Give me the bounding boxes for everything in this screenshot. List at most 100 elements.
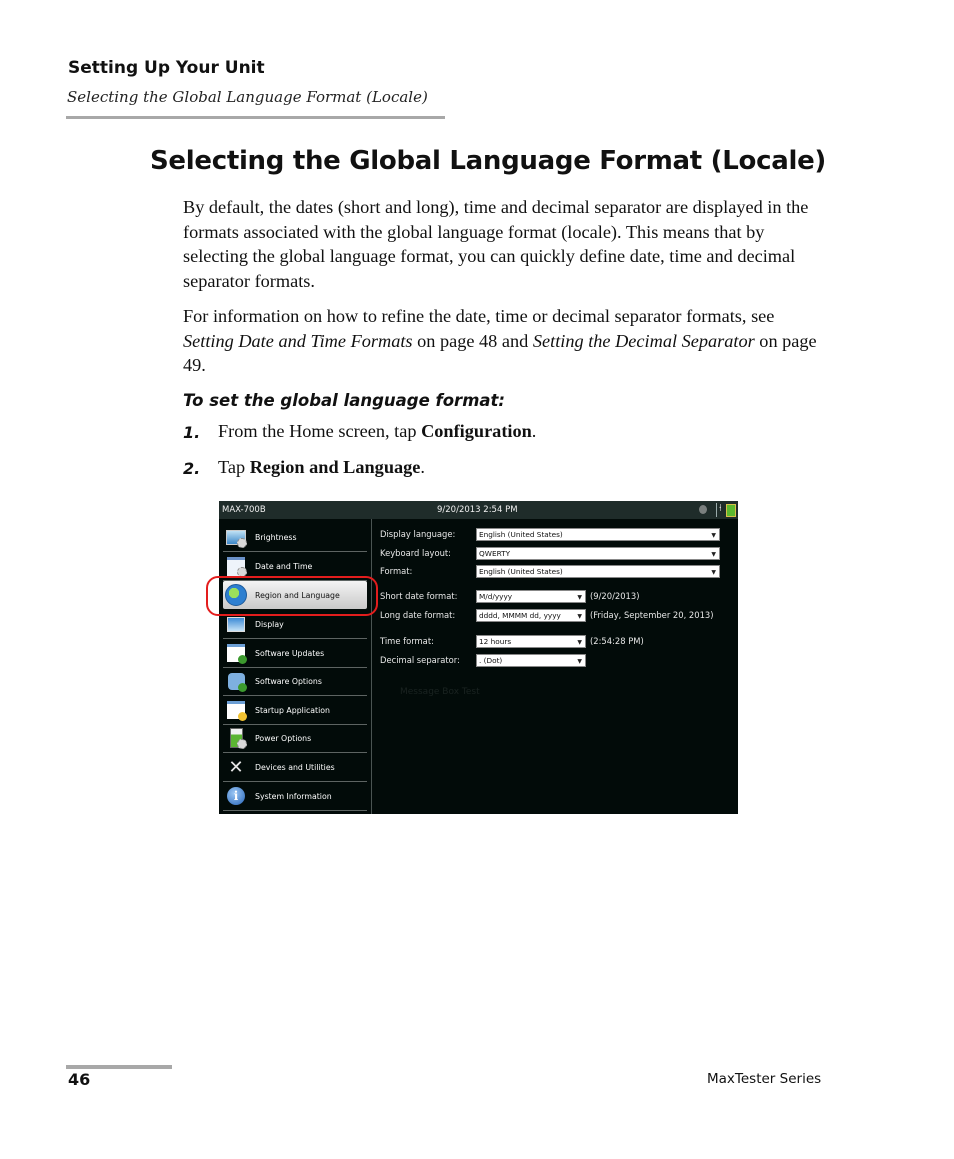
status-bar: MAX-700B 9/20/2013 2:54 PM ⍿ xyxy=(219,501,738,519)
decimal-separator-dropdown[interactable]: . (Dot) ▼ xyxy=(476,653,586,667)
page-title: Selecting the Global Language Format (Lo… xyxy=(150,146,826,176)
sidebar-item-label: Date and Time xyxy=(255,561,313,571)
sidebar-item-label: Brightness xyxy=(255,532,297,542)
device-screenshot: MAX-700B 9/20/2013 2:54 PM ⍿ Brightness … xyxy=(219,501,738,814)
chevron-down-icon: ▼ xyxy=(711,568,716,576)
status-divider xyxy=(716,503,717,517)
running-header-chapter: Setting Up Your Unit xyxy=(68,58,265,78)
calendar-gear-icon xyxy=(225,555,247,577)
dropdown-value: 12 hours xyxy=(479,636,512,646)
step-number: 2. xyxy=(183,459,201,478)
step-number: 1. xyxy=(183,423,201,442)
display-language-dropdown[interactable]: English (United States) ▼ xyxy=(476,527,720,541)
intro-paragraph: By default, the dates (short and long), … xyxy=(183,197,809,291)
long-date-label: Long date format: xyxy=(380,610,456,620)
keyboard-layout-row: Keyboard layout: QWERTY ▼ xyxy=(380,546,720,560)
reference-text-2: on page 48 and xyxy=(412,330,533,351)
status-clock: 9/20/2013 2:54 PM xyxy=(437,505,518,515)
tools-icon: ✕ xyxy=(228,756,244,778)
chevron-down-icon: ▼ xyxy=(711,531,716,539)
step-text: From the Home screen, tap Configuration. xyxy=(218,421,536,442)
time-format-label: Time format: xyxy=(380,636,434,646)
procedure-step: 2. Tap Region and Language. xyxy=(183,457,425,478)
step-text-bold: Region and Language xyxy=(249,457,421,477)
battery-gear-icon xyxy=(225,727,247,749)
decimal-separator-label: Decimal separator: xyxy=(380,655,460,665)
time-format-preview: (2:54:28 PM) xyxy=(590,636,644,646)
running-header-section: Selecting the Global Language Format (Lo… xyxy=(67,88,428,106)
procedure-title: To set the global language format: xyxy=(183,391,506,410)
step-text-end: . xyxy=(420,457,425,477)
dropdown-value: M/d/yyyy xyxy=(479,591,513,601)
battery-icon xyxy=(726,504,736,517)
region-language-settings: Message Box Test Display language: Engli… xyxy=(375,519,738,814)
step-text-plain: From the Home screen, tap xyxy=(218,421,422,441)
product-name: MaxTester Series xyxy=(707,1071,822,1087)
sidebar-item-software-updates[interactable]: Software Updates xyxy=(223,639,367,668)
decimal-separator-row: Decimal separator: . (Dot) ▼ xyxy=(380,653,586,667)
time-format-dropdown[interactable]: 12 hours ▼ xyxy=(476,634,586,648)
step-text-plain: Tap xyxy=(218,457,250,477)
display-language-label: Display language: xyxy=(380,529,456,539)
display-language-row: Display language: English (United States… xyxy=(380,527,720,541)
procedure-step: 1. From the Home screen, tap Configurati… xyxy=(183,421,536,442)
bluetooth-icon xyxy=(699,505,707,514)
callout-highlight-ring xyxy=(206,576,378,616)
power-plug-icon: ⍿ xyxy=(719,503,722,514)
sidebar-item-power-options[interactable]: Power Options xyxy=(223,724,367,753)
sidebar-item-label: System Information xyxy=(255,791,332,801)
long-date-dropdown[interactable]: dddd, MMMM dd, yyyy ▼ xyxy=(476,608,586,622)
settings-sidebar: Brightness Date and Time Region and Lang… xyxy=(219,519,369,814)
cross-reference-date-time[interactable]: Setting Date and Time Formats xyxy=(183,331,413,351)
short-date-row: Short date format: M/d/yyyy ▼ (9/20/2013) xyxy=(380,589,639,603)
cross-reference-decimal-separator[interactable]: Setting the Decimal Separator xyxy=(533,331,755,351)
header-rule xyxy=(66,116,445,119)
sidebar-item-software-options[interactable]: Software Options xyxy=(223,667,367,696)
sidebar-item-label: Power Options xyxy=(255,733,312,743)
short-date-label: Short date format: xyxy=(380,591,458,601)
footer-rule xyxy=(66,1065,172,1069)
sidebar-item-label: Display xyxy=(255,619,284,629)
device-model: MAX-700B xyxy=(222,505,266,515)
step-text: Tap Region and Language. xyxy=(218,457,425,478)
keyboard-layout-label: Keyboard layout: xyxy=(380,548,451,558)
sidebar-item-startup-application[interactable]: Startup Application xyxy=(223,696,367,725)
short-date-preview: (9/20/2013) xyxy=(590,591,640,601)
monitor-gear-icon xyxy=(225,526,247,548)
dropdown-value: dddd, MMMM dd, yyyy xyxy=(479,610,561,620)
short-date-dropdown[interactable]: M/d/yyyy ▼ xyxy=(476,589,586,603)
window-star-icon xyxy=(225,699,247,721)
sidebar-item-label: Software Options xyxy=(255,676,322,686)
chevron-down-icon: ▼ xyxy=(577,612,582,620)
format-dropdown[interactable]: English (United States) ▼ xyxy=(476,564,720,578)
chevron-down-icon: ▼ xyxy=(577,657,582,665)
page-number: 46 xyxy=(68,1070,91,1089)
dropdown-value: English (United States) xyxy=(479,566,563,576)
reference-paragraph: For information on how to refine the dat… xyxy=(183,304,823,378)
chevron-down-icon: ▼ xyxy=(711,550,716,558)
background-ghost-text: Message Box Test xyxy=(400,687,480,697)
format-row: Format: English (United States) ▼ xyxy=(380,564,720,578)
time-format-row: Time format: 12 hours ▼ (2:54:28 PM) xyxy=(380,634,644,648)
dropdown-value: English (United States) xyxy=(479,529,563,539)
chevron-down-icon: ▼ xyxy=(577,593,582,601)
reference-text-1: For information on how to refine the dat… xyxy=(183,306,775,326)
chevron-down-icon: ▼ xyxy=(577,638,582,646)
sidebar-item-label: Software Updates xyxy=(255,648,325,658)
dropdown-value: . (Dot) xyxy=(479,655,503,665)
window-download-icon xyxy=(225,642,247,664)
dropdown-value: QWERTY xyxy=(479,548,511,558)
sidebar-item-label: Devices and Utilities xyxy=(255,762,335,772)
step-text-end: . xyxy=(531,421,537,441)
step-text-bold: Configuration xyxy=(421,421,532,441)
sidebar-item-devices-and-utilities[interactable]: ✕ Devices and Utilities xyxy=(223,753,367,782)
format-label: Format: xyxy=(380,566,413,576)
puzzle-add-icon xyxy=(225,670,247,692)
long-date-preview: (Friday, September 20, 2013) xyxy=(590,610,714,620)
sidebar-item-system-information[interactable]: i System Information xyxy=(223,782,367,811)
keyboard-layout-dropdown[interactable]: QWERTY ▼ xyxy=(476,546,720,560)
sidebar-item-brightness[interactable]: Brightness xyxy=(223,523,367,552)
display-icon xyxy=(225,613,247,635)
long-date-row: Long date format: dddd, MMMM dd, yyyy ▼ (… xyxy=(380,608,714,622)
panel-divider xyxy=(371,519,372,814)
